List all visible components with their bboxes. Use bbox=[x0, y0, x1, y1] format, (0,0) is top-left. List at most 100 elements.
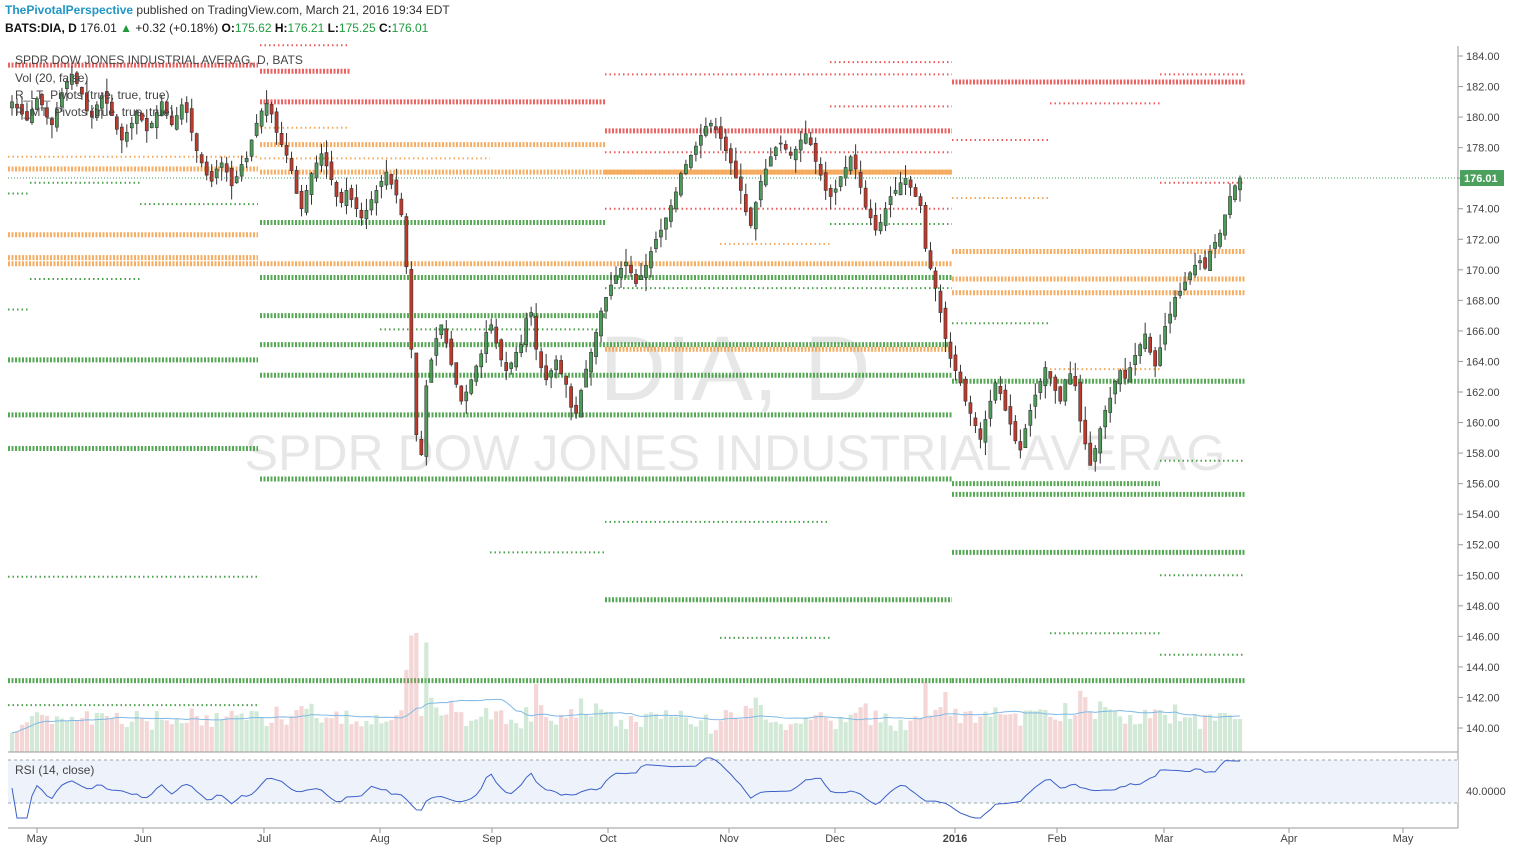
volume-bar bbox=[209, 726, 214, 752]
candle-body bbox=[199, 154, 204, 164]
volume-bar bbox=[583, 714, 589, 752]
volume-bar bbox=[1103, 707, 1108, 752]
volume-bar bbox=[139, 718, 144, 752]
candle-body bbox=[50, 118, 54, 126]
candle-body bbox=[1048, 371, 1053, 379]
candle-body bbox=[733, 160, 738, 179]
candle-body bbox=[314, 162, 319, 179]
volume-bar bbox=[718, 720, 723, 752]
candle-body bbox=[1163, 326, 1167, 345]
volume-bar bbox=[269, 722, 274, 752]
candle-body bbox=[309, 173, 314, 195]
volume-bar bbox=[1222, 713, 1228, 752]
candle-body bbox=[1033, 394, 1038, 407]
candle-body bbox=[549, 370, 553, 378]
volume-bar bbox=[299, 706, 304, 752]
volume-bar bbox=[1153, 709, 1158, 752]
price-tick-label: 146.00 bbox=[1466, 631, 1500, 643]
volume-bar bbox=[973, 722, 978, 752]
volume-bar bbox=[1133, 724, 1138, 752]
volume-bar bbox=[798, 723, 803, 752]
candle-body bbox=[149, 122, 154, 129]
volume-bar bbox=[1182, 717, 1188, 752]
candle-body bbox=[933, 270, 938, 289]
candle-body bbox=[818, 163, 823, 176]
volume-bar bbox=[1028, 710, 1033, 752]
volume-bar bbox=[409, 635, 414, 752]
candle-body bbox=[229, 167, 234, 187]
candle-body bbox=[1213, 242, 1217, 249]
volume-bar bbox=[344, 710, 349, 752]
volume-bar bbox=[813, 715, 818, 752]
candle-body bbox=[798, 139, 803, 151]
candle-body bbox=[624, 261, 628, 267]
candle-body bbox=[853, 154, 858, 170]
candle-body bbox=[424, 385, 429, 457]
candle-body bbox=[499, 339, 504, 361]
price-tick-label: 140.00 bbox=[1466, 723, 1500, 735]
candle-body bbox=[434, 338, 439, 356]
volume-bar bbox=[638, 726, 644, 752]
volume-bar bbox=[963, 711, 968, 752]
candle-body bbox=[1078, 381, 1083, 422]
volume-bar bbox=[928, 715, 933, 752]
candle-body bbox=[559, 360, 563, 374]
candle-body bbox=[1203, 257, 1207, 269]
candle-body bbox=[1063, 379, 1068, 402]
candle-body bbox=[1158, 347, 1162, 366]
candle-body bbox=[918, 196, 923, 206]
candle-body bbox=[264, 103, 269, 116]
candle-body bbox=[449, 338, 454, 365]
volume-bar bbox=[9, 732, 15, 752]
legend-mt-pivots[interactable]: R_MT_Pivots (true, true, true) bbox=[15, 105, 174, 119]
chart-area[interactable]: DIA, D SPDR DOW JONES INDUSTRIAL AVERAG … bbox=[0, 0, 1515, 850]
candle-body bbox=[379, 180, 384, 187]
candle-body bbox=[564, 375, 568, 385]
candle-body bbox=[1198, 260, 1202, 264]
candle-body bbox=[709, 122, 713, 127]
volume-bar bbox=[419, 716, 424, 752]
volume-bar bbox=[39, 714, 45, 752]
candle-body bbox=[364, 209, 369, 220]
candle-body bbox=[908, 179, 913, 188]
candle-body bbox=[119, 126, 124, 141]
candle-body bbox=[184, 102, 189, 113]
time-tick-label: Apr bbox=[1280, 833, 1297, 845]
volume-bar bbox=[194, 715, 199, 752]
time-tick-label: Nov bbox=[719, 833, 739, 845]
volume-bar bbox=[464, 726, 469, 752]
price-tick-label: 152.00 bbox=[1466, 540, 1500, 552]
candle-body bbox=[1143, 333, 1148, 349]
candle-body bbox=[604, 297, 608, 312]
volume-bar bbox=[993, 707, 998, 752]
candle-body bbox=[1133, 355, 1138, 365]
candle-body bbox=[254, 122, 259, 136]
legend-lt-pivots[interactable]: R_LT_Pivots (true, true, true) bbox=[15, 88, 170, 102]
time-tick-label: Dec bbox=[825, 833, 845, 845]
candle-body bbox=[244, 158, 249, 163]
candle-body bbox=[1118, 370, 1123, 385]
candle-body bbox=[1173, 297, 1177, 317]
legend-vol[interactable]: Vol (20, false) bbox=[15, 71, 88, 85]
volume-bar bbox=[334, 711, 339, 752]
candle-body bbox=[219, 162, 224, 168]
candle-body bbox=[569, 386, 573, 408]
price-tick-label: 158.00 bbox=[1466, 448, 1500, 460]
candle-body bbox=[304, 190, 309, 213]
candle-body bbox=[893, 190, 898, 194]
volume-bar bbox=[788, 724, 793, 752]
volume-bar bbox=[748, 708, 753, 752]
volume-bar bbox=[578, 698, 584, 752]
volume-bar bbox=[529, 721, 534, 752]
volume-bar bbox=[618, 719, 624, 752]
candle-body bbox=[928, 250, 933, 269]
volume-bar bbox=[978, 716, 983, 752]
candle-body bbox=[429, 359, 434, 383]
price-tick-label: 150.00 bbox=[1466, 570, 1500, 582]
volume-bar bbox=[853, 712, 858, 752]
volume-bar bbox=[159, 719, 164, 752]
volume-bar bbox=[394, 715, 399, 752]
legend-title[interactable]: SPDR DOW JONES INDUSTRIAL AVERAG, D, BAT… bbox=[15, 53, 303, 67]
volume-bar bbox=[643, 713, 649, 752]
legend-rsi[interactable]: RSI (14, close) bbox=[15, 763, 94, 777]
